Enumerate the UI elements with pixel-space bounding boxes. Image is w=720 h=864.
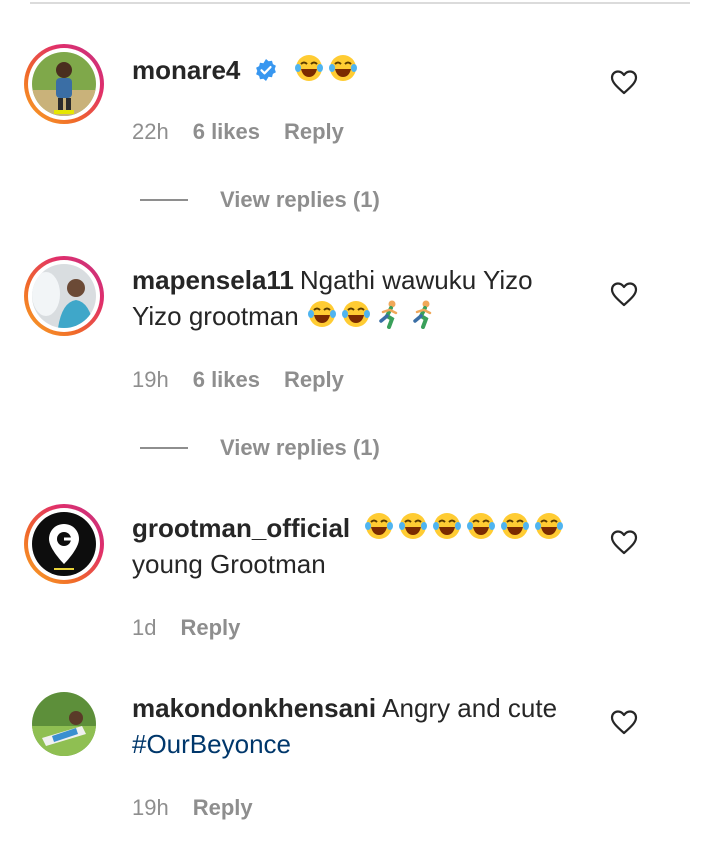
avatar[interactable] xyxy=(24,684,104,764)
laughing-emoji-icon xyxy=(363,511,395,541)
like-heart-icon[interactable] xyxy=(610,709,638,735)
avatar[interactable] xyxy=(24,44,104,124)
comment-time: 19h xyxy=(132,367,169,392)
view-replies-button[interactable]: View replies (1) xyxy=(140,187,380,213)
comment-text: Ngathi wawuku Yizo xyxy=(299,265,533,295)
likes-count[interactable]: 6 likes xyxy=(193,119,260,145)
comment-text: young Grootman xyxy=(132,549,326,579)
like-heart-icon[interactable] xyxy=(610,69,638,95)
story-ring xyxy=(24,504,104,584)
reply-button[interactable]: Reply xyxy=(193,795,253,821)
top-divider xyxy=(30,2,690,4)
avatar[interactable] xyxy=(24,504,104,584)
running-emoji-icon xyxy=(374,299,406,329)
laughing-emoji-icon xyxy=(397,511,429,541)
story-ring xyxy=(24,256,104,336)
likes-count[interactable]: 6 likes xyxy=(193,367,260,393)
avatar[interactable] xyxy=(24,256,104,336)
avatar-image xyxy=(32,512,96,576)
story-ring xyxy=(24,44,104,124)
view-replies-label: View replies (1) xyxy=(220,187,380,212)
verified-badge-icon xyxy=(254,58,278,82)
laughing-emoji-icon xyxy=(533,511,565,541)
comment-time: 1d xyxy=(132,615,157,640)
hashtag-link[interactable]: #OurBeyonce xyxy=(132,729,291,759)
comment-username[interactable]: makondonkhensani xyxy=(132,693,376,723)
laughing-emoji-icon xyxy=(340,299,372,329)
comment-username[interactable]: mapensela11 xyxy=(132,265,294,295)
reply-button[interactable]: Reply xyxy=(284,367,344,393)
laughing-emoji-icon xyxy=(306,299,338,329)
running-emoji-icon xyxy=(408,299,440,329)
comment-time: 19h xyxy=(132,795,169,820)
comment-text: Angry and cute xyxy=(382,693,558,723)
avatar-image xyxy=(32,52,96,116)
replies-divider xyxy=(140,199,188,201)
avatar-image xyxy=(32,692,96,756)
comment-username[interactable]: monare4 xyxy=(132,55,240,85)
like-heart-icon[interactable] xyxy=(610,529,638,555)
like-heart-icon[interactable] xyxy=(610,281,638,307)
laughing-emoji-icon xyxy=(431,511,463,541)
reply-button[interactable]: Reply xyxy=(180,615,240,641)
laughing-emoji-icon xyxy=(293,53,325,83)
comment-time: 22h xyxy=(132,119,169,144)
comment-username[interactable]: grootman_official xyxy=(132,513,350,543)
avatar-image xyxy=(32,264,96,328)
replies-divider xyxy=(140,447,188,449)
laughing-emoji-icon xyxy=(327,53,359,83)
comment-text-line2: Yizo grootman xyxy=(132,301,299,331)
view-replies-button[interactable]: View replies (1) xyxy=(140,435,380,461)
laughing-emoji-icon xyxy=(465,511,497,541)
view-replies-label: View replies (1) xyxy=(220,435,380,460)
laughing-emoji-icon xyxy=(499,511,531,541)
reply-button[interactable]: Reply xyxy=(284,119,344,145)
